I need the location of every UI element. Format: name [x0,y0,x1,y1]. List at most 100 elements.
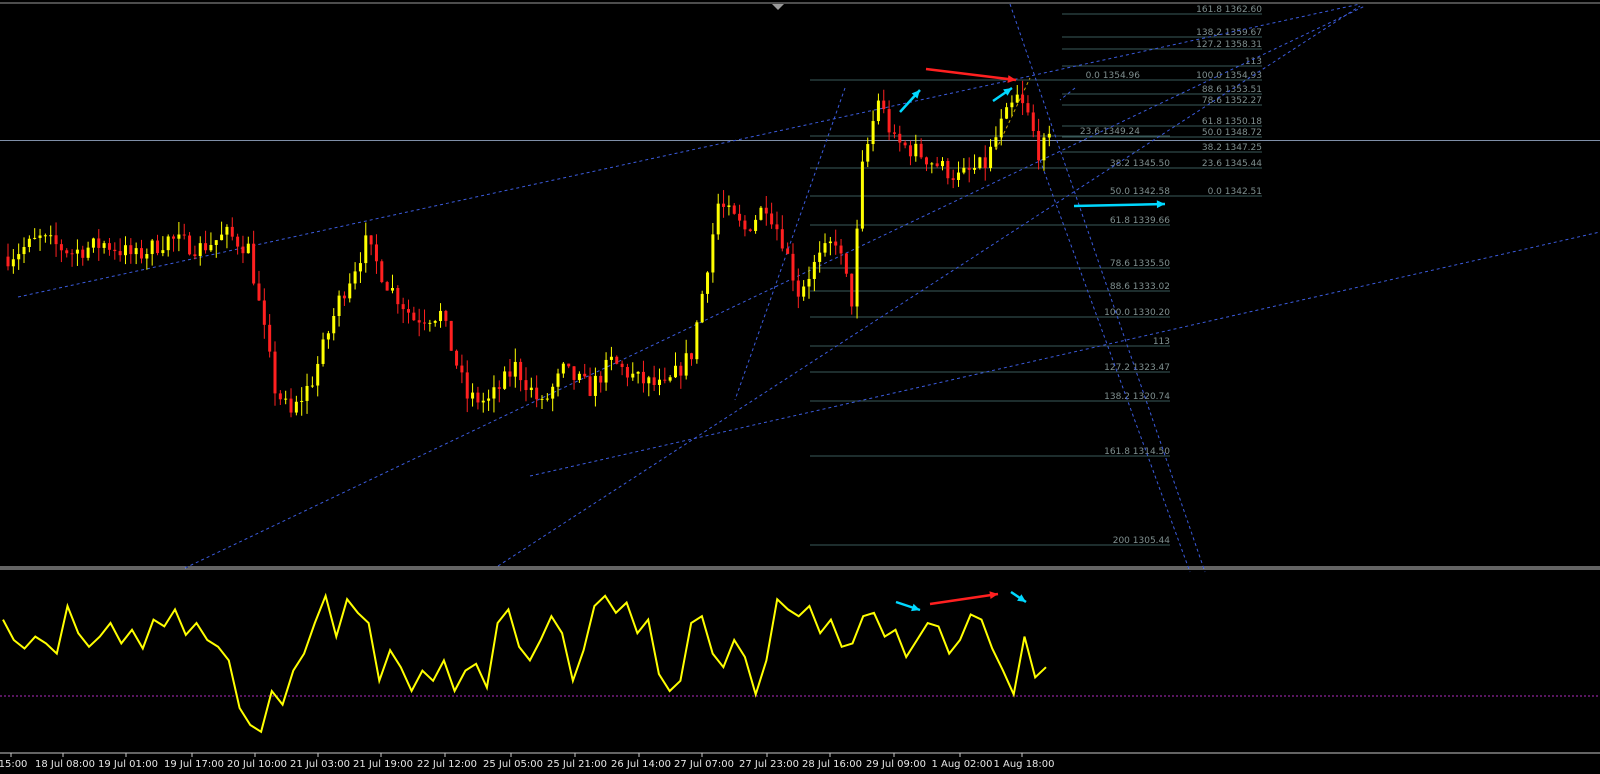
candle-body [994,137,998,147]
candle-body [145,254,149,259]
fib-level-label: 200 1305.44 [1113,536,1171,546]
candle-body [850,273,854,307]
candle-body [284,398,288,400]
candle-body [636,371,640,374]
candle-body [620,363,624,367]
candle-body [268,324,272,352]
candle-body [401,304,405,310]
candle-body [246,243,250,254]
candle-body [38,235,42,238]
candle-body [551,386,555,399]
candle-body [690,353,694,360]
candle-body [567,363,571,367]
candle-body [107,243,111,250]
candles-group [6,80,1051,418]
fib-level-label: 113 [1153,337,1170,347]
candle-body [449,320,453,351]
candle-body [439,310,443,322]
fib-level-label: 78.6 1335.50 [1110,259,1170,269]
candle-body [428,322,432,324]
candle-body [75,249,79,254]
candle-body [898,133,902,143]
candle-body [802,286,806,297]
candle-body [316,363,320,386]
candle-body [545,398,549,400]
candle-body [278,393,282,400]
x-tick-label: 1 Aug 02:00 [931,759,992,770]
candle-body [27,238,31,247]
candle-body [882,100,886,110]
candle-body [492,387,496,399]
x-tick-label: 19 Jul 01:00 [98,759,158,770]
x-tick-label: 19 Jul 17:00 [164,759,224,770]
candle-body [380,261,384,283]
candle-body [834,241,838,246]
trendline [17,3,1361,298]
candle-body [396,288,400,305]
x-tick-label: 22 Jul 12:00 [417,759,477,770]
fib-level-label: 100.0 1330.20 [1104,308,1170,318]
candle-body [209,244,213,251]
candle-body [989,146,993,169]
candle-body [663,379,667,381]
candle-body [930,163,934,165]
x-tick-label: 29 Jul 09:00 [866,759,926,770]
candle-body [668,377,672,381]
candle-body [706,272,710,294]
candle-body [358,263,362,272]
candle-body [390,288,394,291]
candle-body [519,361,523,381]
candle-body [786,248,790,254]
candle-body [732,205,736,214]
candle-body [161,250,165,254]
candle-body [22,246,26,255]
fib-level-label: 0.0 1342.51 [1208,187,1262,197]
candle-body [300,400,304,402]
candle-body [369,235,373,245]
candle-body [946,161,950,179]
candle-body [657,379,661,385]
candle-body [524,380,528,391]
candle-body [236,236,240,247]
candle-body [487,398,491,401]
candle-body [818,252,822,262]
candle-body [348,283,352,299]
candle-body [11,259,15,267]
candle-body [983,157,987,169]
candle-body [407,309,410,313]
candle-body [198,243,202,257]
candle-body [1026,103,1030,113]
candle-body [652,377,656,385]
candle-body [166,236,170,251]
candle-body [214,240,218,245]
candle-body [508,371,512,377]
candle-body [978,157,982,169]
candle-body [577,373,581,380]
candle-body [54,235,58,245]
candle-body [588,376,592,396]
candle-body [593,375,597,396]
candle-body [332,315,336,334]
candle-body [342,295,346,299]
candle-body [86,247,90,258]
candle-body [423,322,427,324]
candle-body [294,401,298,413]
candle-body [273,351,277,394]
fib-level-label: 38.2 1347.25 [1202,143,1262,153]
candle-body [556,373,560,387]
candle-body [257,283,261,301]
candle-body [951,178,955,180]
candle-body [310,385,314,387]
candle-body [65,250,69,254]
candle-body [172,236,176,239]
fib-level-label: 161.8 1362.60 [1196,5,1262,15]
candle-body [914,143,918,157]
candle-body [973,168,977,170]
candle-body [839,245,843,254]
candle-body [625,366,629,378]
candle-body [140,248,143,259]
fib-level-label: 50.0 1348.72 [1202,128,1262,138]
candle-body [1021,94,1025,104]
candle-body [1005,107,1009,119]
candle-body [876,100,880,122]
